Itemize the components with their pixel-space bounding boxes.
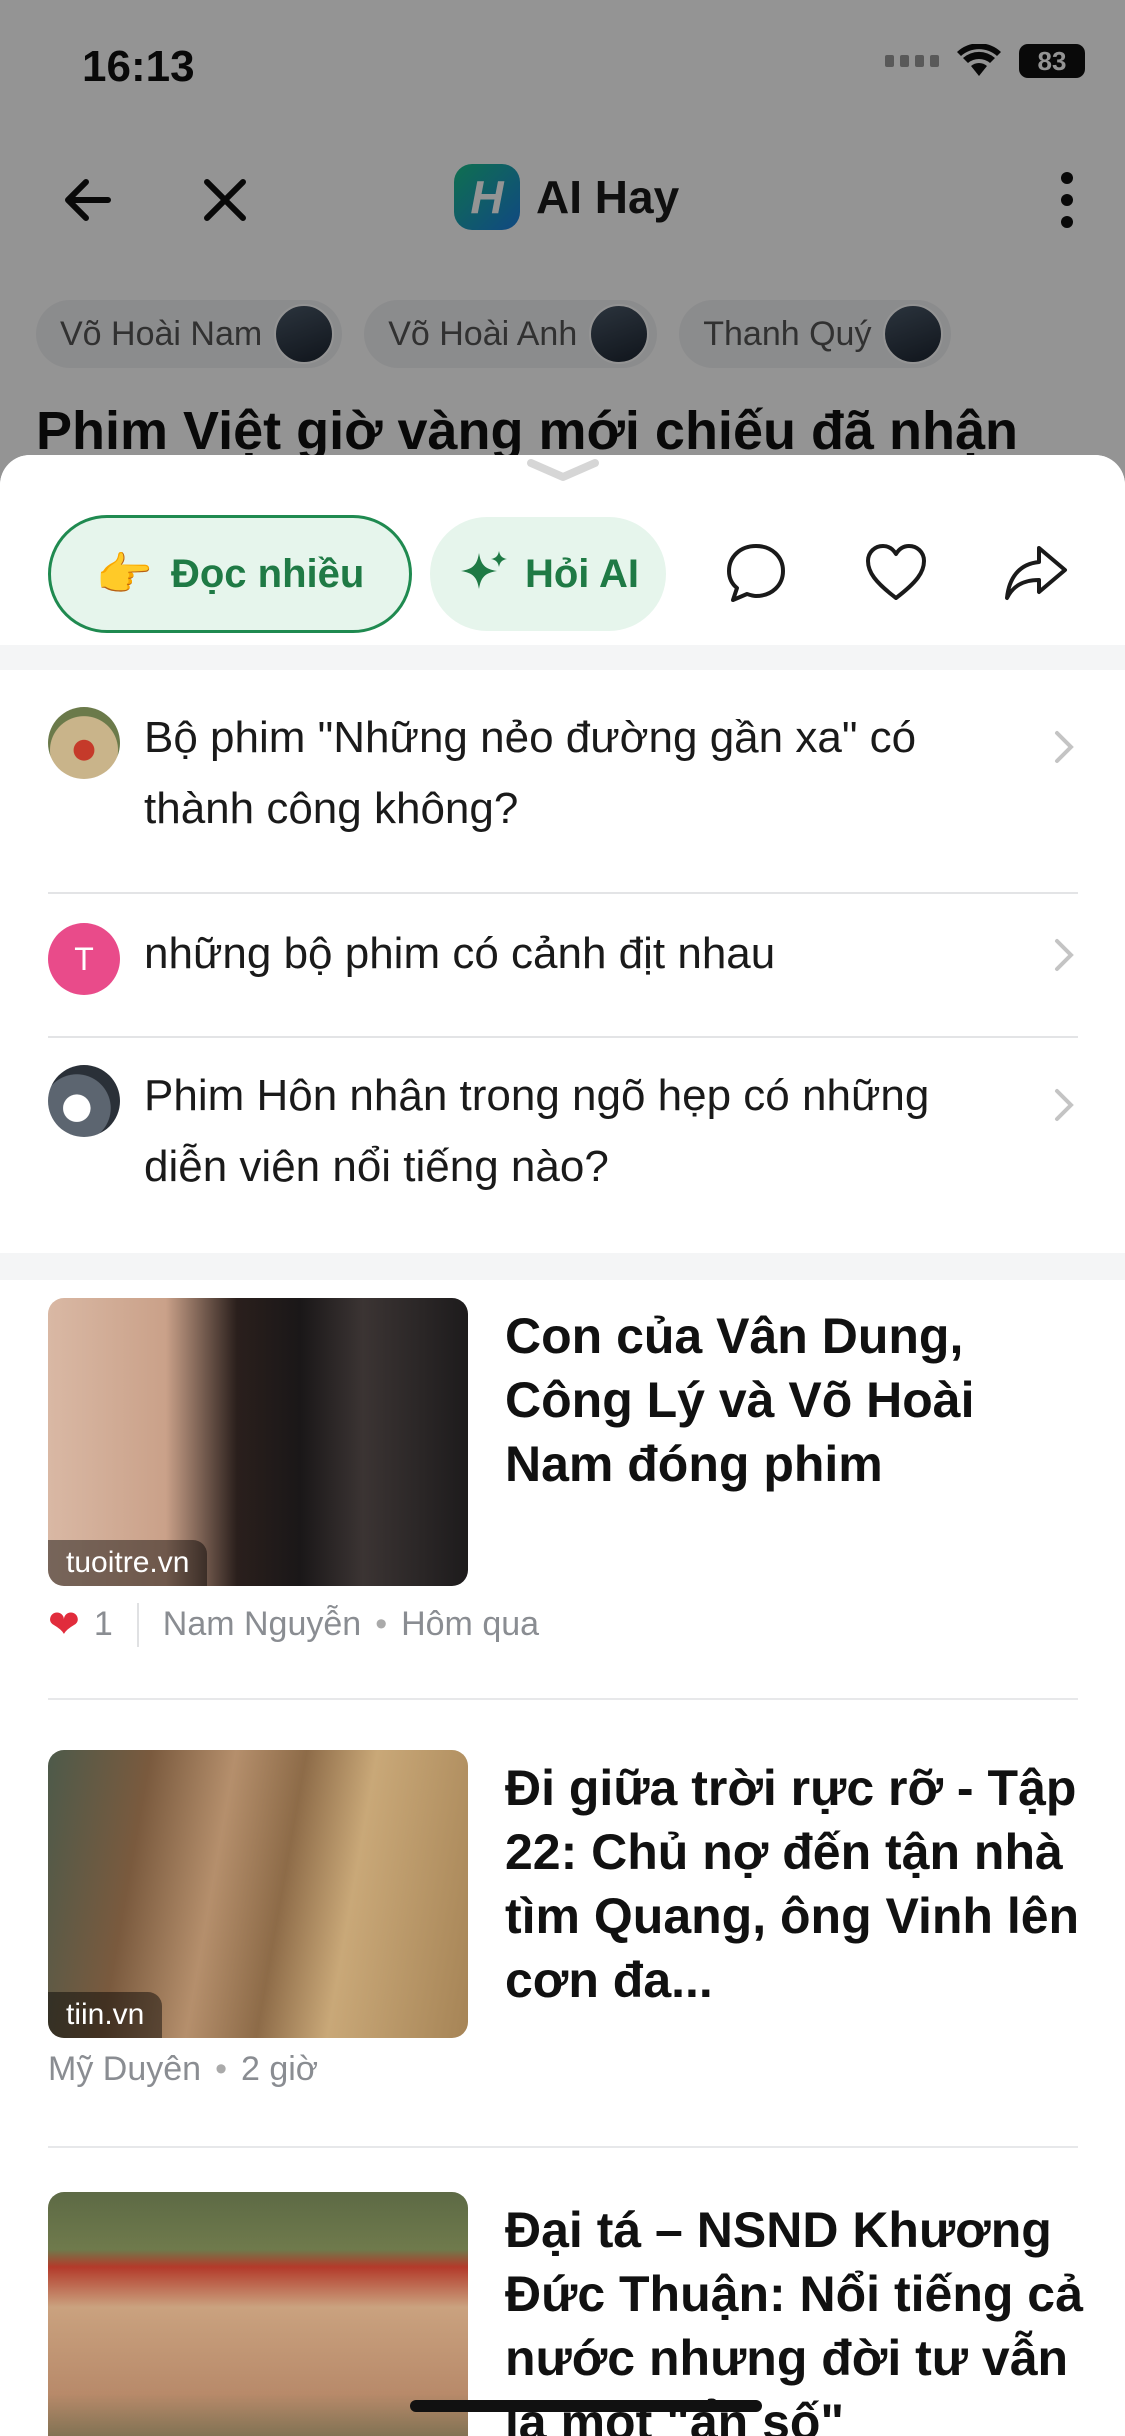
comment-icon (727, 544, 785, 602)
question-text: Bộ phim "Những nẻo đường gần xa" có thàn… (144, 713, 917, 833)
dot-separator: • (215, 2050, 227, 2088)
heart-filled-icon[interactable]: ❤ (48, 1602, 80, 1647)
divider (48, 1698, 1078, 1700)
question-avatar (48, 1065, 120, 1137)
sparkle-icon (460, 551, 507, 589)
sheet-handle-chevron-icon[interactable] (523, 455, 603, 485)
divider (48, 1036, 1078, 1038)
news-time: 2 giờ (240, 2050, 319, 2088)
question-avatar: T (48, 923, 120, 995)
hoi-ai-label: Hỏi AI (524, 551, 640, 596)
news-thumbnail: tiin.vn (48, 1750, 468, 2038)
doc-nhieu-button[interactable]: 👉 Đọc nhiều (48, 515, 412, 633)
news-time: Hôm qua (401, 1605, 540, 1643)
action-bar: 👉 Đọc nhiều Hỏi AI (0, 455, 1125, 645)
news-meta: ❤ 1 Nam Nguyễn • Hôm qua (48, 1602, 539, 1647)
like-count: 1 (93, 1605, 113, 1643)
news-item[interactable]: tiin.vn Đi giữa trời rực rỡ - Tập 22: Ch… (48, 1750, 1079, 2038)
hoi-ai-button[interactable]: Hỏi AI (430, 517, 666, 631)
news-title: Con của Vân Dung, Công Lý và Võ Hoài Nam… (505, 1308, 975, 1492)
question-item[interactable]: Phim Hôn nhân trong ngõ hẹp có những diễ… (48, 1060, 1078, 1202)
share-button[interactable] (998, 535, 1074, 611)
news-title: Đi giữa trời rực rỡ - Tập 22: Chủ nợ đến… (505, 1760, 1080, 2008)
comment-button[interactable] (718, 535, 794, 611)
home-indicator[interactable] (410, 2400, 762, 2412)
bottom-sheet: 👉 Đọc nhiều Hỏi AI Bộ phim "Những nẻo đư… (0, 455, 1125, 2436)
chevron-right-icon (1055, 1089, 1074, 1121)
chevron-right-icon (1055, 939, 1074, 971)
heart-icon (866, 544, 926, 600)
news-thumbnail (48, 2192, 468, 2436)
question-text: những bộ phim có cảnh địt nhau (144, 929, 776, 978)
news-meta: Mỹ Duyên • 2 giờ (48, 2050, 318, 2089)
pointing-hand-icon: 👉 (95, 547, 153, 600)
share-icon (1005, 546, 1067, 600)
news-source: tiin.vn (48, 1992, 163, 2038)
news-author: Nam Nguyễn (162, 1605, 362, 1643)
news-list: tuoitre.vn Con của Vân Dung, Công Lý và … (0, 1280, 1125, 2436)
question-avatar (48, 707, 120, 779)
suggested-questions: Bộ phim "Những nẻo đường gần xa" có thàn… (0, 670, 1125, 1253)
question-item[interactable]: Bộ phim "Những nẻo đường gần xa" có thàn… (48, 702, 1078, 844)
question-item[interactable]: T những bộ phim có cảnh địt nhau (48, 918, 1078, 995)
dot-separator: • (375, 1605, 388, 1643)
chevron-right-icon (1055, 731, 1074, 763)
news-author: Mỹ Duyên (48, 2050, 202, 2088)
divider (48, 2146, 1078, 2148)
question-text: Phim Hôn nhân trong ngõ hẹp có những diễ… (144, 1071, 930, 1191)
meta-separator (136, 1602, 139, 1647)
news-thumbnail: tuoitre.vn (48, 1298, 468, 1586)
doc-nhieu-label: Đọc nhiều (170, 551, 365, 596)
news-source: tuoitre.vn (48, 1540, 208, 1586)
like-button[interactable] (858, 535, 934, 611)
news-item[interactable]: tuoitre.vn Con của Vân Dung, Công Lý và … (48, 1298, 1078, 1586)
divider (48, 892, 1078, 894)
